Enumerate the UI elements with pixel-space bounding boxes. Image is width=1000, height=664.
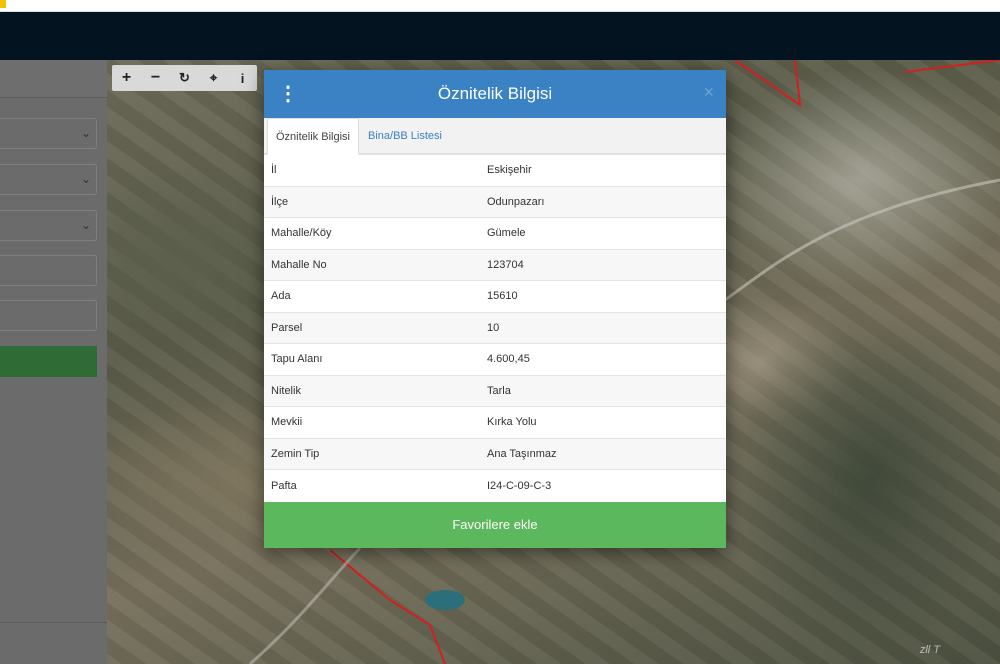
info-icon[interactable]: i: [228, 65, 257, 91]
pond: [425, 590, 465, 610]
app-header-bar: [0, 12, 1000, 60]
attribute-key: Mahalle/Köy: [264, 217, 480, 249]
attribute-value: Gümele: [480, 217, 726, 249]
close-icon[interactable]: ×: [703, 82, 714, 103]
browser-top-strip: [0, 0, 1000, 12]
table-row: Ada 15610: [264, 280, 726, 312]
select-field-3[interactable]: ⌄: [0, 210, 97, 241]
select-field-2[interactable]: ⌄: [0, 164, 97, 195]
modal-header: ⋮ Öznitelik Bilgisi ×: [264, 70, 726, 118]
table-row: Mahalle/Köy Gümele: [264, 217, 726, 249]
parcel-boundary-northeast: [904, 60, 1000, 73]
query-button[interactable]: [0, 346, 97, 377]
chevron-down-icon: ⌄: [80, 126, 91, 140]
map-toolbar: + − ↻ ⌖ i: [112, 65, 257, 91]
select-field-1[interactable]: ⌄: [0, 118, 97, 149]
top-strip-marker: [0, 0, 6, 8]
table-row: Zemin Tip Ana Taşınmaz: [264, 437, 726, 470]
table-row: Tapu Alanı 4.600,45: [264, 343, 726, 375]
tab-attribute-info[interactable]: Öznitelik Bilgisi: [267, 118, 359, 155]
attribute-value: Eskişehir: [480, 154, 726, 186]
attribute-value: 123704: [480, 248, 726, 281]
left-panel-footer: [0, 622, 107, 664]
attribute-table: İl Eskişehir İlçe Odunpazarı Mahalle/Köy Güme…: [264, 154, 726, 501]
attribute-value: Tarla: [480, 374, 726, 407]
table-row: İlçe Odunpazarı: [264, 185, 726, 218]
table-row: Mevkii Kırka Yolu: [264, 406, 726, 438]
attribute-key: Mahalle No: [264, 248, 480, 281]
tab-building-list[interactable]: Bina/BB Listesi: [360, 118, 450, 155]
add-to-favorites-button[interactable]: Favorilere ekle: [264, 502, 726, 548]
input-field-2[interactable]: [0, 300, 97, 331]
attribute-key: Mevkii: [264, 406, 480, 438]
refresh-icon[interactable]: ↻: [170, 65, 199, 91]
attribute-key: Ada: [264, 280, 480, 312]
attribute-key: Nitelik: [264, 374, 480, 407]
chevron-down-icon: ⌄: [80, 218, 91, 232]
attribute-key: Parsel: [264, 311, 480, 344]
input-field-1[interactable]: [0, 255, 97, 286]
attribute-value: Ana Taşınmaz: [480, 437, 726, 470]
attribute-key: İl: [264, 154, 480, 186]
attribute-key: Pafta: [264, 469, 480, 501]
table-row: Pafta I24-C-09-C-3: [264, 469, 726, 501]
parcel-boundary-south: [329, 549, 446, 664]
road-east: [724, 178, 1000, 302]
attribute-key: Zemin Tip: [264, 437, 480, 470]
table-row: Mahalle No 123704: [264, 248, 726, 281]
attribute-value: I24-C-09-C-3: [480, 469, 726, 501]
attribute-value: Kırka Yolu: [480, 406, 726, 438]
table-row: İl Eskişehir: [264, 154, 726, 186]
attribute-value: 4.600,45: [480, 343, 726, 375]
attribute-value: 10: [480, 311, 726, 344]
table-row: Nitelik Tarla: [264, 374, 726, 407]
attribute-key: Tapu Alanı: [264, 343, 480, 375]
map-attribution: zll T: [919, 644, 940, 656]
chevron-down-icon: ⌄: [80, 172, 91, 186]
left-panel-header: [0, 60, 107, 98]
modal-title: Öznitelik Bilgisi: [437, 84, 553, 103]
zoom-out-button[interactable]: −: [141, 65, 170, 91]
attribute-value: Odunpazarı: [480, 185, 726, 218]
modal-tabs: Öznitelik Bilgisi Bina/BB Listesi: [264, 118, 726, 155]
locate-icon[interactable]: ⌖: [199, 65, 228, 91]
attribute-key: İlçe: [264, 185, 480, 218]
attribute-info-modal: ⋮ Öznitelik Bilgisi × Öznitelik Bilgisi …: [264, 70, 726, 548]
attribute-value: 15610: [480, 280, 726, 312]
left-panel: ⌄ ⌄ ⌄: [0, 60, 107, 664]
road-south: [249, 546, 362, 664]
zoom-in-button[interactable]: +: [112, 65, 141, 91]
table-row: Parsel 10: [264, 311, 726, 344]
parcel-boundary-north: [734, 60, 802, 108]
